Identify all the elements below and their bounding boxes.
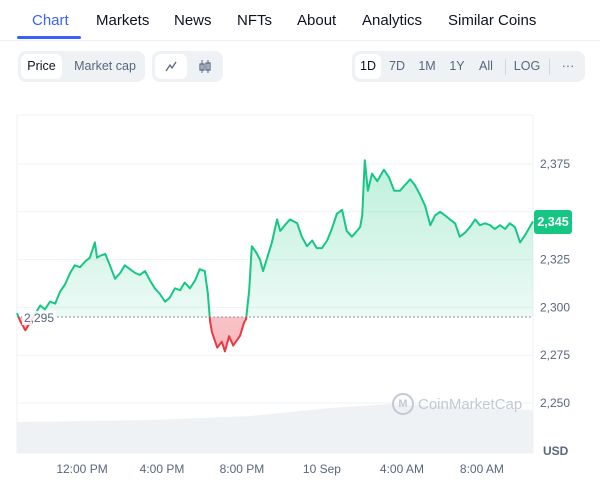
currency-label: USD (543, 444, 569, 458)
coinmarketcap-logo-icon: M (392, 393, 414, 415)
price-area-above-reference (17, 160, 533, 317)
x-tick-label: 12:00 PM (56, 462, 107, 476)
x-tick-label: 4:00 PM (140, 462, 185, 476)
coinmarketcap-watermark: M CoinMarketCap (392, 393, 522, 415)
y-tick-label: 2,325 (540, 253, 570, 267)
watermark-text: CoinMarketCap (418, 395, 523, 413)
price-chart[interactable]: 2,375 2,325 2,300 2,275 2,250 12:00 PM 4:00 P… (0, 0, 600, 500)
y-tick-label: 2,250 (540, 396, 570, 410)
x-tick-label: 8:00 AM (460, 462, 504, 476)
x-tick-label: 4:00 AM (380, 462, 424, 476)
y-tick-label: 2,275 (540, 348, 570, 362)
x-tick-label: 10 Sep (303, 462, 341, 476)
current-price-badge: 2,345 (534, 210, 572, 234)
y-tick-label: 2,300 (540, 300, 570, 314)
x-tick-label: 8:00 PM (220, 462, 265, 476)
reference-price-label: 2,295 (22, 311, 57, 325)
y-tick-label: 2,375 (540, 157, 570, 171)
